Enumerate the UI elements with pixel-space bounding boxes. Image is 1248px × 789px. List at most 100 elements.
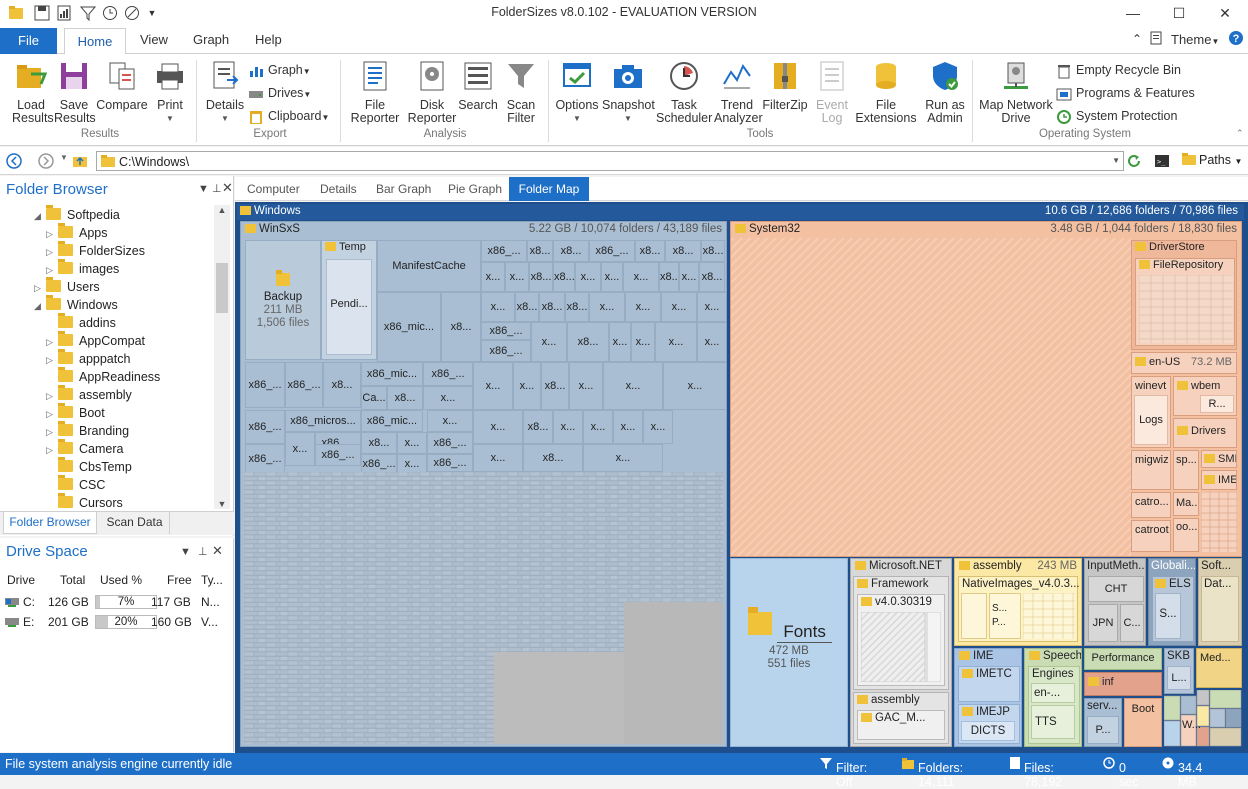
expand-arrow-icon[interactable]: ▷ (46, 441, 58, 459)
tree-item[interactable]: AppReadiness (46, 367, 160, 386)
map-winsxs-cell[interactable]: x8... (541, 362, 569, 410)
trend-analyzer-button[interactable]: Trend Analyzer (714, 60, 763, 125)
map-softdist[interactable]: Soft... Dat... (1198, 558, 1242, 646)
map-assembly[interactable]: assembly 243 MB NativeImages_v4.0.3... S.… (954, 558, 1082, 646)
table-row[interactable]: E: 201 GB 20% 160 GB V... (0, 612, 233, 632)
map-winsxs-cell[interactable]: x... (679, 262, 699, 292)
tab-help[interactable]: Help (255, 32, 282, 47)
tab-computer[interactable]: Computer (247, 182, 300, 196)
map-speech[interactable]: Speech Engines en-... TTS (1024, 648, 1082, 747)
map-ime[interactable]: IME IMETC IMEJP DICTS (954, 648, 1022, 747)
expand-arrow-icon[interactable]: ▷ (46, 351, 58, 369)
map-winsxs-cell[interactable]: x... (613, 410, 643, 444)
map-winsxs-cell[interactable]: x8... (527, 240, 553, 262)
tree-item[interactable]: ▷ images (46, 259, 119, 278)
map-winsxs-cell[interactable]: x... (623, 262, 659, 292)
tree-item[interactable]: ▷ assembly (46, 385, 132, 404)
map-microsoft-net[interactable]: Microsoft.NET Framework v4.0.30319 assem… (850, 558, 952, 747)
map-driverstore[interactable]: DriverStore FileRepository (1131, 240, 1237, 350)
collapse-ribbon-icon[interactable]: ⌃ (1132, 32, 1142, 46)
panel-dropdown-icon[interactable]: ▼ (198, 183, 209, 195)
filter-status[interactable]: Filter: Off (820, 757, 867, 789)
map-ni-block[interactable] (961, 593, 987, 639)
map-drivers[interactable]: Drivers (1173, 418, 1237, 448)
map-fonts[interactable]: Fonts 472 MB 551 files (730, 558, 848, 747)
map-winsxs-cell[interactable]: x86_mic... (361, 410, 423, 432)
map-oo[interactable]: oo... (1173, 518, 1199, 552)
map-winsxs-cell[interactable]: x... (473, 410, 523, 444)
minimize-button[interactable]: — (1110, 0, 1156, 26)
load-results-button[interactable]: Load Results (12, 60, 54, 125)
tree-item[interactable]: ▷ Users (34, 277, 100, 296)
tab-view[interactable]: View (140, 32, 168, 47)
tree-item[interactable]: addins (46, 313, 116, 332)
map-med[interactable]: Med... (1196, 648, 1242, 688)
map-winsxs-cell[interactable]: x... (583, 444, 663, 472)
map-serv[interactable]: serv... P... (1084, 698, 1122, 747)
file-reporter-button[interactable]: File Reporter (346, 60, 404, 125)
map-winsxs-cell[interactable]: x... (397, 432, 427, 454)
collapse-arrow-icon[interactable]: ◢ (34, 207, 46, 225)
back-icon[interactable] (6, 153, 22, 172)
map-imejp[interactable]: IMEJP DICTS (958, 704, 1020, 744)
map-winsxs-cell[interactable]: x86_... (285, 362, 323, 408)
map-winsxs-cell[interactable]: x... (655, 322, 697, 362)
programs-features-button[interactable]: Programs & Features (1056, 84, 1195, 102)
map-winsxs-cell[interactable]: x86_mic... (361, 362, 423, 386)
col-drive[interactable]: Drive (7, 573, 35, 587)
map-jpn[interactable]: JPN (1088, 604, 1118, 642)
map-engines[interactable]: Engines en-... TTS (1028, 666, 1080, 744)
map-winsxs-cell[interactable]: x8... (523, 410, 553, 444)
map-skb[interactable]: SKB L... (1164, 648, 1194, 694)
map-inputmethod[interactable]: InputMeth... CHT JPN C... (1084, 558, 1146, 646)
map-ma[interactable]: Ma... (1173, 492, 1199, 516)
map-dicts[interactable]: DICTS (961, 721, 1015, 741)
up-folder-icon[interactable] (72, 153, 88, 172)
map-skb-l[interactable]: L... (1167, 666, 1191, 690)
map-winsxs-cell[interactable]: x... (603, 362, 663, 410)
paths-button[interactable]: Paths ▼ (1182, 153, 1242, 167)
map-winsxs-cell[interactable]: x8... (553, 240, 589, 262)
file-extensions-button[interactable]: File Extensions (854, 60, 918, 125)
col-type[interactable]: Ty... (201, 573, 223, 587)
tree-item[interactable]: ▷ AppCompat (46, 331, 145, 350)
map-winsxs-cell[interactable]: x... (661, 292, 697, 322)
history-dropdown-icon[interactable]: ▼ (60, 153, 68, 162)
collapse-arrow-icon[interactable]: ◢ (34, 297, 46, 315)
map-winsxs-cell[interactable]: x... (569, 362, 603, 410)
tab-graph[interactable]: Graph (193, 32, 229, 47)
map-winsxs-cell[interactable]: x86_... (245, 410, 285, 444)
map-performance[interactable]: Performance (1084, 648, 1162, 670)
map-sp[interactable]: sp... (1173, 450, 1199, 490)
save-results-button[interactable]: Save Results (54, 60, 96, 125)
map-winsxs-cell[interactable]: x8... (361, 432, 397, 454)
map-winsxs-cell[interactable]: x... (589, 292, 625, 322)
map-winsxs-cell[interactable]: x... (481, 292, 515, 322)
map-winsxs-cell[interactable]: x... (697, 322, 726, 362)
expand-arrow-icon[interactable]: ▷ (46, 243, 58, 261)
map-winsxs-cell[interactable]: x86_micros... (285, 410, 361, 432)
map-winsxs-cell[interactable]: x... (625, 292, 661, 322)
export-graph-button[interactable]: Graph▼ (248, 61, 311, 79)
expand-arrow-icon[interactable]: ▷ (46, 405, 58, 423)
map-winsxs-cell[interactable]: x86_... (361, 454, 397, 474)
map-globalization[interactable]: Globali... ELS S... (1148, 558, 1196, 646)
drive-panel-dropdown-icon[interactable]: ▼ (180, 546, 191, 558)
scroll-down-icon[interactable]: ▼ (214, 499, 230, 509)
map-winsxs-cell[interactable]: x... (481, 262, 505, 292)
map-winsxs-cell[interactable]: x... (505, 262, 529, 292)
map-winsxs-cell[interactable]: x8... (567, 322, 609, 362)
tree-item[interactable]: ▷ Boot (46, 403, 105, 423)
map-winsxs-cell[interactable]: x... (583, 410, 613, 444)
map-winsxs-cell[interactable]: x8... (553, 262, 575, 292)
print-button[interactable]: Print ▼ (152, 60, 188, 125)
map-winsxs-cell[interactable]: x8... (523, 444, 583, 472)
map-winsxs-cell[interactable]: x8... (539, 292, 565, 322)
run-as-admin-button[interactable]: Run as Admin (922, 60, 968, 125)
map-winsxs-cell[interactable]: x... (513, 362, 541, 410)
tree-item[interactable]: ▷ apppatch (46, 349, 130, 369)
task-scheduler-button[interactable]: Task Scheduler (656, 60, 712, 125)
map-winsxs-cell[interactable]: x... (631, 322, 655, 362)
map-gac[interactable]: GAC_M... (857, 710, 945, 740)
map-winsxs-cell[interactable]: x... (427, 410, 473, 432)
